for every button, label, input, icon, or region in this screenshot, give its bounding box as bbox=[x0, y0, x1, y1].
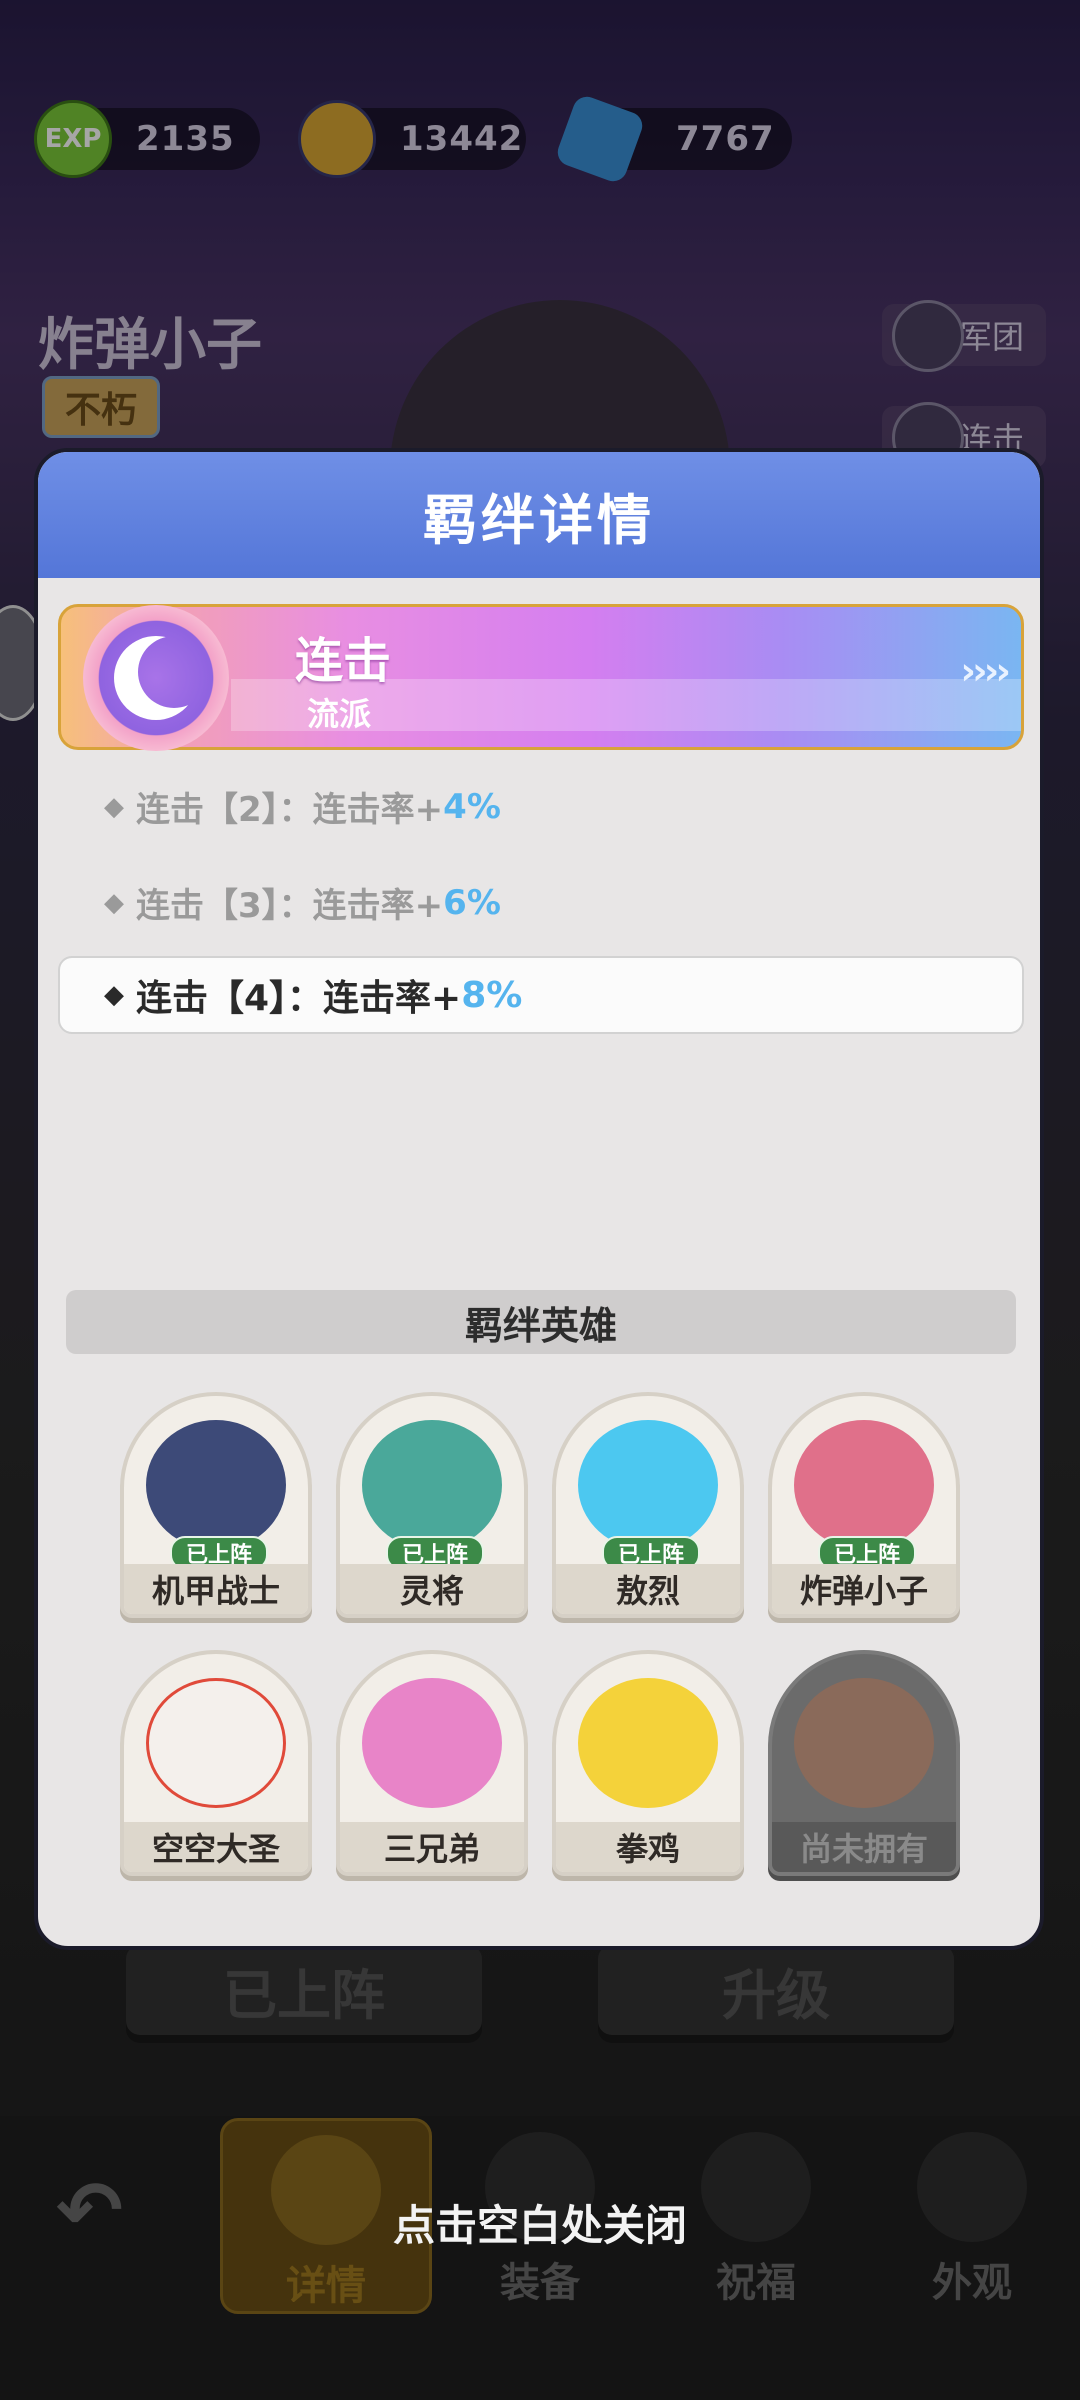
hero-card-label: 敖烈 bbox=[556, 1564, 740, 1614]
faction-banner[interactable]: 连击 流派 ›››› bbox=[58, 604, 1024, 751]
chevrons-icon: ›››› bbox=[960, 649, 1011, 693]
modal-title: 羁绊详情 bbox=[38, 452, 1040, 578]
hero-portrait-ao-lie bbox=[578, 1420, 718, 1550]
bonus-text: 连击【3】：连击率+ bbox=[136, 886, 444, 926]
bonus-row: ◆ 连击【2】：连击率+ 4% bbox=[104, 782, 501, 831]
hero-card-label: 三兄弟 bbox=[340, 1822, 524, 1872]
diamond-bullet-icon: ◆ bbox=[104, 980, 124, 1010]
hero-card[interactable]: 拳鸡 bbox=[552, 1650, 744, 1876]
bonus-row: ◆ 连击【3】：连击率+ 6% bbox=[104, 878, 501, 927]
faction-name: 连击 bbox=[295, 633, 392, 689]
bonus-text: 连击【2】：连击率+ bbox=[136, 790, 444, 830]
hero-portrait-locked bbox=[794, 1678, 934, 1808]
crescent-moon-icon bbox=[83, 605, 229, 751]
hero-card[interactable]: 已上阵 敖烈 bbox=[552, 1392, 744, 1618]
bond-heroes-title: 羁绊英雄 bbox=[66, 1290, 1016, 1354]
bonus-value: 4% bbox=[443, 786, 501, 827]
hero-card[interactable]: 已上阵 机甲战士 bbox=[120, 1392, 312, 1618]
hero-portrait-bomb-kid bbox=[794, 1420, 934, 1550]
hero-card-label: 机甲战士 bbox=[124, 1564, 308, 1614]
hero-portrait-mech-warrior bbox=[146, 1420, 286, 1550]
bonus-row-active: ◆ 连击【4】：连击率+ 8% bbox=[58, 956, 1024, 1034]
diamond-bullet-icon: ◆ bbox=[104, 791, 124, 822]
bonus-text: 连击【4】：连击率+ bbox=[136, 978, 462, 1019]
hero-card[interactable]: 三兄弟 bbox=[336, 1650, 528, 1876]
hero-portrait-spirit-general bbox=[362, 1420, 502, 1550]
bond-details-modal: 羁绊详情 连击 流派 ›››› ◆ 连击【2】：连击率+ 4% ◆ 连击【3】：… bbox=[34, 448, 1044, 1950]
hero-card-label: 灵将 bbox=[340, 1564, 524, 1614]
close-hint: 点击空白处关闭 bbox=[392, 2201, 687, 2250]
diamond-bullet-icon: ◆ bbox=[104, 887, 124, 918]
hero-card[interactable]: 空空大圣 bbox=[120, 1650, 312, 1876]
faction-type: 流派 bbox=[307, 695, 372, 733]
hero-portrait-three-brothers bbox=[362, 1678, 502, 1808]
bonus-value: 6% bbox=[443, 882, 501, 923]
hero-card[interactable]: 已上阵 炸弹小子 bbox=[768, 1392, 960, 1618]
hero-portrait-monkey-sage bbox=[146, 1678, 286, 1808]
hero-card-label: 空空大圣 bbox=[124, 1822, 308, 1872]
hero-card-label: 炸弹小子 bbox=[772, 1564, 956, 1614]
bonus-value: 8% bbox=[461, 974, 523, 1016]
hero-card-label: 尚未拥有 bbox=[772, 1822, 956, 1872]
hero-card-unowned[interactable]: 尚未拥有 bbox=[768, 1650, 960, 1876]
hero-card-label: 拳鸡 bbox=[556, 1822, 740, 1872]
hero-card[interactable]: 已上阵 灵将 bbox=[336, 1392, 528, 1618]
hero-portrait-boxing-chicken bbox=[578, 1678, 718, 1808]
